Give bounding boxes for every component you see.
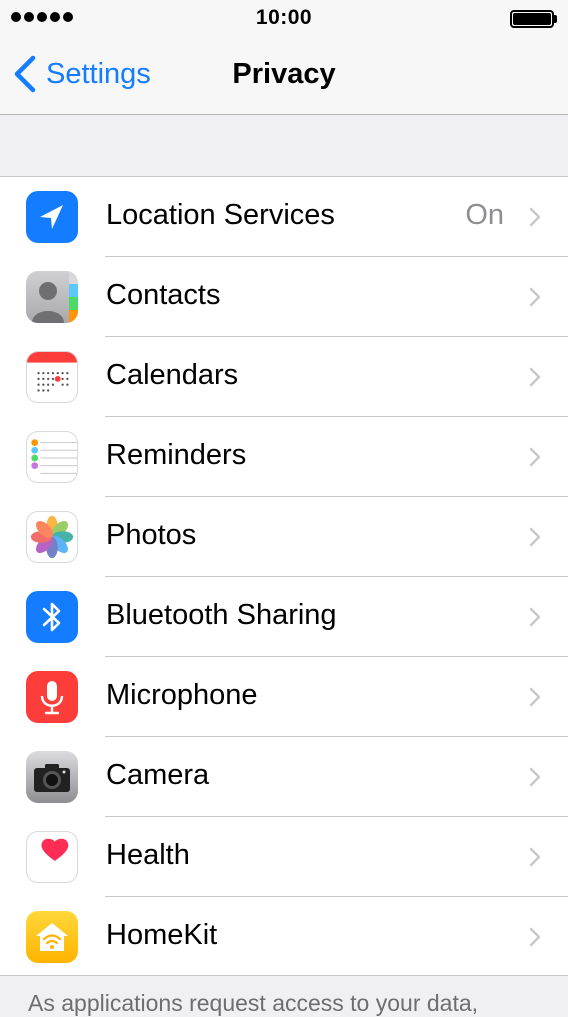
chevron-right-icon [529, 767, 541, 787]
photos-icon [26, 511, 78, 563]
chevron-right-icon [529, 847, 541, 867]
reminders-icon [26, 431, 78, 483]
footer-note: As applications request access to your d… [28, 990, 479, 1016]
row-bluetooth-sharing[interactable]: Bluetooth Sharing [0, 577, 568, 657]
row-label: Location Services [106, 199, 335, 231]
row-label: Microphone [106, 679, 258, 711]
row-location-services[interactable]: Location Services On [0, 177, 568, 257]
row-label: Calendars [106, 359, 239, 391]
location-arrow-icon [26, 191, 78, 243]
row-label: Photos [106, 519, 197, 551]
chevron-right-icon [529, 527, 541, 547]
microphone-icon [26, 671, 78, 723]
row-label: Camera [106, 759, 210, 791]
homekit-icon [26, 911, 78, 963]
row-label: Bluetooth Sharing [106, 599, 337, 631]
bluetooth-icon [26, 591, 78, 643]
navigation-bar: Settings Privacy [0, 38, 568, 115]
row-label: Health [106, 839, 190, 871]
row-value: On [465, 199, 504, 231]
heart-icon [26, 831, 78, 883]
row-label: Reminders [106, 439, 247, 471]
chevron-right-icon [529, 447, 541, 467]
row-reminders[interactable]: Reminders [0, 417, 568, 497]
chevron-right-icon [529, 607, 541, 627]
row-homekit[interactable]: HomeKit [0, 897, 568, 977]
battery-icon [510, 10, 558, 28]
contacts-icon [26, 271, 78, 323]
calendar-icon [26, 351, 78, 403]
row-health[interactable]: Health [0, 817, 568, 897]
status-time: 10:00 [255, 6, 313, 29]
page-title: Privacy [232, 58, 336, 90]
chevron-right-icon [529, 927, 541, 947]
row-camera[interactable]: Camera [0, 737, 568, 817]
status-bar: 10:00 [0, 0, 568, 38]
chevron-right-icon [529, 687, 541, 707]
row-calendars[interactable]: Calendars [0, 337, 568, 417]
chevron-right-icon [529, 207, 541, 227]
privacy-list: Location Services On Contacts Calendars … [0, 176, 568, 976]
row-label: Contacts [106, 279, 221, 311]
row-photos[interactable]: Photos [0, 497, 568, 577]
row-contacts[interactable]: Contacts [0, 257, 568, 337]
camera-icon [26, 751, 78, 803]
row-microphone[interactable]: Microphone [0, 657, 568, 737]
chevron-right-icon [529, 367, 541, 387]
chevron-right-icon [529, 287, 541, 307]
row-label: HomeKit [106, 919, 218, 951]
